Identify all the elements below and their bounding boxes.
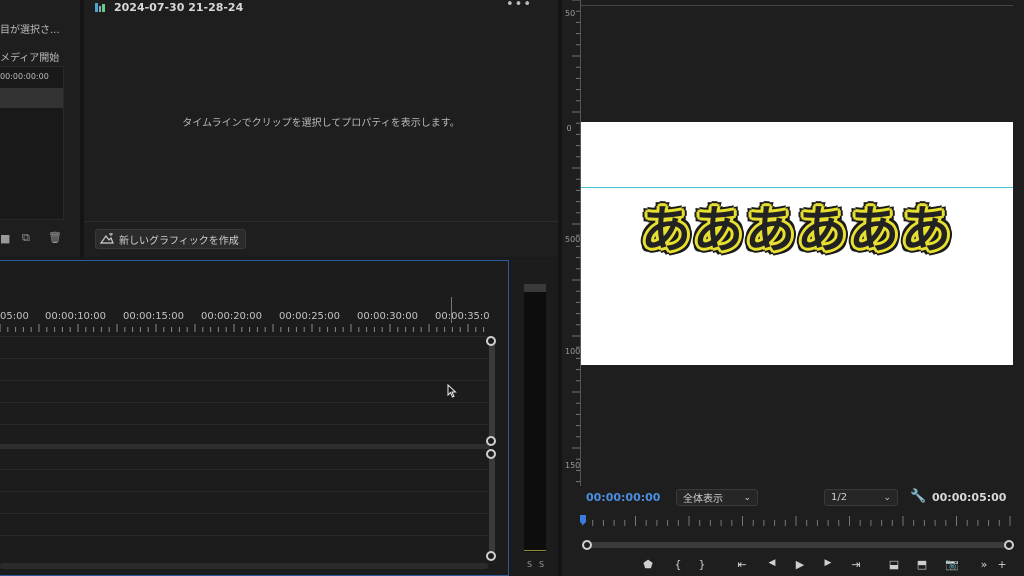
row-timecode: 00:00:00:00 [0, 72, 49, 81]
selected-items-text: 目が選択さ... [0, 25, 60, 36]
vertical-ruler: 50 0 500 1000 150 [562, 0, 585, 486]
track-row[interactable] [0, 402, 490, 403]
add-marker-icon[interactable]: ⬟ [640, 558, 656, 571]
timeline-horizontal-scrollbar[interactable] [0, 563, 488, 569]
ruler-label: 05:00 [0, 311, 29, 322]
add-button-icon[interactable]: + [994, 558, 1010, 571]
step-back-icon[interactable]: ◀ [764, 558, 780, 568]
new-graphic-button[interactable]: 新しいグラフィックを作成 [95, 229, 246, 249]
track-row[interactable] [0, 491, 490, 492]
ellipsis-icon[interactable]: ••• [506, 0, 532, 12]
chevron-down-icon: ⌄ [883, 492, 891, 503]
track-row[interactable] [0, 336, 490, 337]
zoom-select[interactable]: 全体表示 ⌄ [676, 489, 758, 506]
media-start-column-header[interactable]: メディア開始 [0, 49, 59, 64]
ruler-label: 00:00:35:0 [435, 311, 490, 322]
safe-margin-guide [581, 187, 1013, 188]
ruler-label: 00:00:30:00 [357, 311, 419, 322]
caption-text-label: ああああああ [640, 200, 953, 261]
solo-button-right[interactable]: S [539, 560, 544, 569]
scroll-handle[interactable] [486, 551, 496, 561]
ruler-label: 00:00:25:00 [279, 311, 341, 322]
track-row[interactable] [0, 469, 490, 470]
step-forward-icon[interactable]: ▶ [820, 558, 836, 568]
play-icon[interactable]: ▶ [792, 558, 808, 571]
new-graphic-icon [100, 233, 114, 244]
properties-header: 2024-07-30 21-28-24 [94, 0, 243, 14]
extract-icon[interactable]: ⬒ [914, 558, 930, 571]
clip-title: 2024-07-30 21-28-24 [114, 0, 244, 14]
track-row[interactable] [0, 358, 490, 359]
ruler-label: 00:00:10:00 [45, 311, 107, 322]
audio-meter-panel: S S [512, 260, 558, 576]
wrench-icon[interactable]: 🔧 [910, 489, 926, 504]
trash-icon[interactable]: 🗑 [48, 231, 62, 244]
clip-icon [95, 3, 105, 12]
track-row[interactable] [0, 380, 490, 381]
new-graphic-label: 新しいグラフィックを作成 [119, 235, 239, 247]
list-view-icon[interactable]: ■ [0, 232, 10, 245]
scroll-handle[interactable] [1004, 540, 1014, 550]
time-ruler[interactable] [0, 324, 488, 332]
export-frame-icon[interactable]: 📷 [944, 558, 960, 571]
scroll-handle[interactable] [582, 540, 592, 550]
current-timecode[interactable]: 00:00:00:00 [586, 491, 660, 504]
duration-timecode: 00:00:05:00 [932, 491, 1007, 504]
scroll-handle[interactable] [486, 436, 496, 446]
caption-text[interactable]: ああああああ [581, 200, 1013, 261]
video-audio-divider[interactable] [0, 444, 490, 449]
chevron-down-icon: ⌄ [743, 492, 751, 503]
meter-peak [524, 284, 546, 292]
mark-out-icon[interactable]: } [694, 558, 710, 571]
mark-in-icon[interactable]: { [670, 558, 686, 571]
new-item-icon[interactable]: ⧉ [22, 231, 30, 245]
video-tracks-scrollbar[interactable] [489, 343, 495, 439]
ruler-label: 00:00:20:00 [201, 311, 263, 322]
ruler-ticks [572, 0, 580, 483]
track-row[interactable] [0, 424, 490, 425]
scroll-handle[interactable] [486, 336, 496, 346]
empty-properties-message: タイムラインでクリップを選択してプロパティを表示します。 [182, 118, 460, 129]
zoom-select-value: 全体表示 [683, 494, 723, 505]
divider [84, 221, 558, 222]
timeline-panel[interactable]: 05:00 00:00:10:00 00:00:15:00 00:00:20:0… [0, 260, 509, 576]
monitor-time-ruler[interactable] [582, 516, 1012, 526]
solo-button-left[interactable]: S [527, 560, 532, 569]
project-panel: 目が選択さ... メディア開始 00:00:00:00 ■ ⧉ 🗑 [0, 0, 80, 257]
transport-controls: ⬟ {} ⇤ ◀ ▶ ▶ ⇥ ⬓ ⬒ 📷 » + [562, 558, 1024, 574]
project-row-selected[interactable] [0, 88, 63, 108]
meter-floor [524, 550, 546, 551]
more-controls-icon[interactable]: » [976, 558, 992, 571]
track-row[interactable] [0, 535, 490, 536]
go-to-out-icon[interactable]: ⇥ [848, 558, 864, 571]
audio-tracks-scrollbar[interactable] [489, 457, 495, 553]
resolution-select[interactable]: 1/2 ⌄ [824, 489, 898, 506]
audio-meter [524, 284, 546, 552]
track-row[interactable] [0, 513, 490, 514]
lift-icon[interactable]: ⬓ [886, 558, 902, 571]
scroll-handle[interactable] [486, 449, 496, 459]
mouse-cursor-icon [447, 384, 457, 398]
ruler-label: 00:00:15:00 [123, 311, 185, 322]
resolution-select-value: 1/2 [831, 492, 848, 503]
top-ruler [581, 0, 1013, 6]
monitor-zoom-scrollbar[interactable] [586, 542, 1008, 548]
program-video-frame[interactable]: ああああああ [581, 122, 1013, 365]
go-to-in-icon[interactable]: ⇤ [734, 558, 750, 571]
properties-panel: 2024-07-30 21-28-24 ••• タイムラインでクリップを選択して… [84, 0, 558, 257]
program-monitor-panel: 50 0 500 1000 150 ああああああ 00:00:00:00 全体表… [562, 0, 1024, 576]
